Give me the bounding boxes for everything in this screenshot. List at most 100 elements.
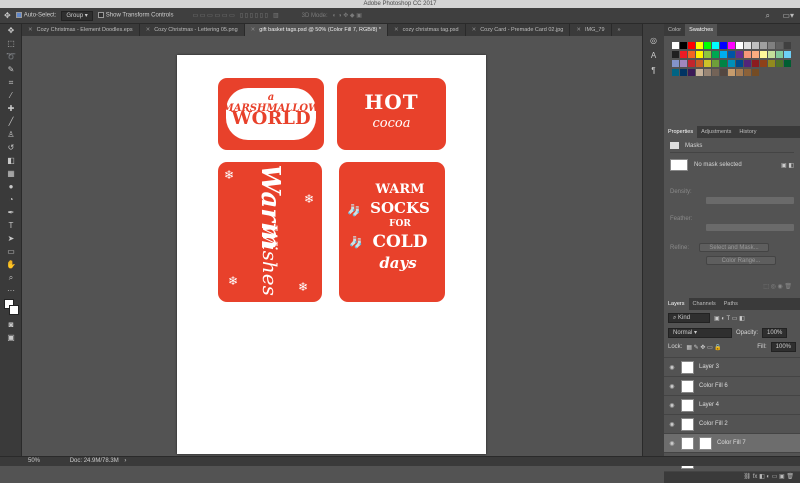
swatch[interactable]: [784, 42, 791, 49]
swatch[interactable]: [696, 42, 703, 49]
tag-card-warm-socks[interactable]: WARM SOCKS FOR COLD days 🧦 🧦: [339, 162, 445, 302]
opacity-field[interactable]: 100%: [762, 328, 788, 338]
layer-row[interactable]: ◉ Color Fill 6: [664, 377, 800, 396]
swatch[interactable]: [728, 69, 735, 76]
doc-tab[interactable]: ✕ Cozy Christmas - Element Doodles.eps: [22, 24, 140, 36]
marquee-tool-icon[interactable]: ⬚: [4, 38, 18, 50]
layer-row[interactable]: ◉ Color Fill 2: [664, 415, 800, 434]
more-tools-icon[interactable]: ···: [4, 285, 18, 297]
blur-tool-icon[interactable]: ●: [4, 181, 18, 193]
clone-stamp-icon[interactable]: ♙: [4, 129, 18, 141]
close-icon[interactable]: ✕: [472, 24, 477, 36]
doc-tab[interactable]: ✕ IMG_79: [570, 24, 612, 36]
eye-icon[interactable]: ◉: [668, 421, 676, 428]
show-transform-checkbox[interactable]: Show Transform Controls: [97, 12, 173, 19]
tab-adjustments[interactable]: Adjustments: [697, 126, 735, 138]
quick-select-tool-icon[interactable]: ✎: [4, 64, 18, 76]
tag-card-warm-wishes[interactable]: ❄ ❄ ❄ ❄ Warm Wishes: [218, 162, 322, 302]
swatch[interactable]: [744, 42, 751, 49]
swatch[interactable]: [688, 42, 695, 49]
doc-tab[interactable]: ✕ Cozy Christmas - Lettering 05.png: [140, 24, 245, 36]
swatch[interactable]: [704, 60, 711, 67]
close-icon[interactable]: ✕: [576, 24, 581, 36]
swatch[interactable]: [776, 42, 783, 49]
swatch[interactable]: [744, 60, 751, 67]
blend-mode-dropdown[interactable]: Normal ▾: [668, 328, 732, 338]
swatch[interactable]: [696, 51, 703, 58]
status-arrow-icon[interactable]: ›: [124, 458, 126, 464]
layer-row[interactable]: ◉ Layer 3: [664, 358, 800, 377]
quick-mask-icon[interactable]: ◙: [4, 319, 18, 331]
lasso-tool-icon[interactable]: ➰: [4, 51, 18, 63]
swatch[interactable]: [672, 60, 679, 67]
move-tool-icon[interactable]: ✥: [4, 25, 18, 37]
swatch[interactable]: [760, 60, 767, 67]
3d-mode-icons[interactable]: ◐ ◑ ✥ ◆ ▣: [333, 12, 362, 19]
swatch[interactable]: [784, 51, 791, 58]
brush-tool-icon[interactable]: ╱: [4, 116, 18, 128]
swatch[interactable]: [704, 42, 711, 49]
swatch[interactable]: [752, 51, 759, 58]
density-slider[interactable]: [706, 197, 794, 204]
swatch[interactable]: [720, 69, 727, 76]
more-tabs-icon[interactable]: »: [612, 24, 627, 36]
swatch[interactable]: [760, 51, 767, 58]
search-icon[interactable]: ⌕: [766, 11, 770, 21]
swatch[interactable]: [680, 69, 687, 76]
swatch[interactable]: [688, 51, 695, 58]
swatch[interactable]: [704, 69, 711, 76]
swatch[interactable]: [784, 60, 791, 67]
tab-properties[interactable]: Properties: [664, 126, 698, 138]
eye-icon[interactable]: ◉: [668, 383, 676, 390]
swatch[interactable]: [736, 51, 743, 58]
swatch[interactable]: [680, 51, 687, 58]
close-icon[interactable]: ✕: [394, 24, 399, 36]
doc-tab[interactable]: ✕ cozy christmas tag.psd: [388, 24, 466, 36]
swatch[interactable]: [712, 51, 719, 58]
align-icons[interactable]: ▭ ▭ ▭ ▭ ▭ ▭ ▯ ▯ ▯ ▯ ▯ ▯ ▥: [192, 12, 278, 19]
swatch[interactable]: [704, 51, 711, 58]
mask-action-icons[interactable]: ⬚ ◎ ◉ 🗑: [763, 283, 792, 290]
document-page[interactable]: a MARSHMALLOW WORLD HOT cocoa ❄ ❄ ❄ ❄ Wa…: [177, 55, 486, 454]
workspace-icon[interactable]: ▭▾: [782, 11, 794, 20]
lock-icons[interactable]: ▦ ✎ ✥ ▭ 🔒: [686, 344, 722, 351]
tag-card-hot-cocoa[interactable]: HOT cocoa: [337, 78, 446, 150]
eye-icon[interactable]: ◉: [668, 402, 676, 409]
filter-icons[interactable]: ▣ ◐ T ▭ ◧: [714, 315, 745, 322]
select-and-mask-button[interactable]: Select and Mask...: [699, 243, 770, 252]
doc-tab-active[interactable]: ✕ gift basket tags.psd @ 50% (Color Fill …: [244, 24, 389, 36]
swatch[interactable]: [752, 42, 759, 49]
close-icon[interactable]: ✕: [251, 24, 256, 36]
auto-select-checkbox[interactable]: Auto-Select:: [15, 12, 56, 19]
eye-icon[interactable]: ◉: [668, 364, 676, 371]
swatch[interactable]: [712, 60, 719, 67]
tab-color[interactable]: Color: [664, 24, 685, 36]
move-tool-icon[interactable]: ✥: [4, 11, 11, 20]
tab-layers[interactable]: Layers: [664, 298, 689, 310]
swatch[interactable]: [696, 60, 703, 67]
swatch[interactable]: [712, 42, 719, 49]
swatch[interactable]: [696, 69, 703, 76]
swatch[interactable]: [776, 60, 783, 67]
swatch-grid[interactable]: [664, 36, 800, 124]
hand-tool-icon[interactable]: ✋: [4, 259, 18, 271]
zoom-level[interactable]: 50%: [28, 458, 40, 464]
layer-row[interactable]: ◉ Color Fill 7: [664, 434, 800, 453]
eyedropper-tool-icon[interactable]: ⁄: [4, 90, 18, 102]
swatch[interactable]: [760, 42, 767, 49]
tab-channels[interactable]: Channels: [689, 298, 720, 310]
close-icon[interactable]: ✕: [28, 24, 33, 36]
swatch[interactable]: [768, 51, 775, 58]
swatch[interactable]: [752, 60, 759, 67]
swatch[interactable]: [672, 69, 679, 76]
tab-paths[interactable]: Paths: [720, 298, 742, 310]
swatch[interactable]: [736, 60, 743, 67]
swatch[interactable]: [720, 51, 727, 58]
swatch[interactable]: [712, 69, 719, 76]
dodge-tool-icon[interactable]: ◔: [4, 194, 18, 206]
tag-card-marshmallow[interactable]: a MARSHMALLOW WORLD: [218, 78, 324, 150]
gradient-tool-icon[interactable]: ▦: [4, 168, 18, 180]
swatch[interactable]: [728, 60, 735, 67]
swatch[interactable]: [728, 42, 735, 49]
swatch[interactable]: [768, 42, 775, 49]
